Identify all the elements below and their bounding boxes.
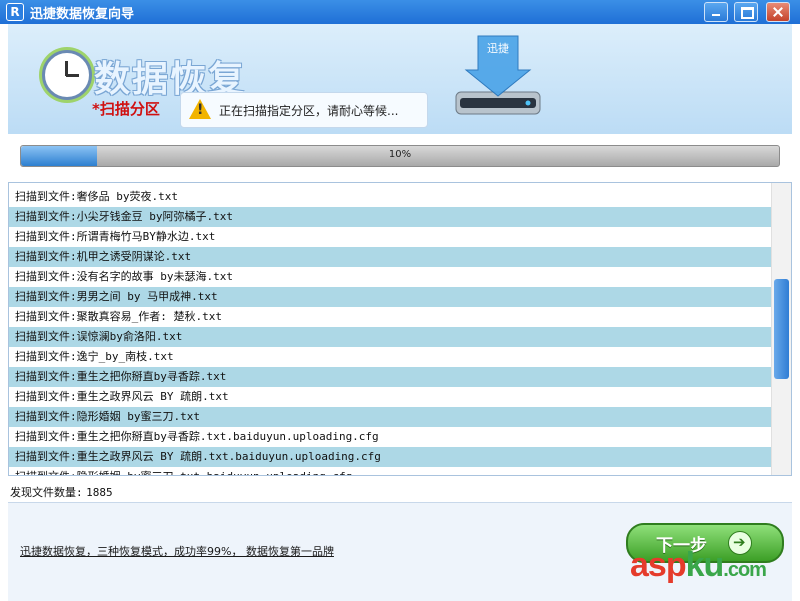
title-bar: R 迅捷数据恢复向导 (0, 0, 800, 24)
log-row: 扫描到文件:奢侈品 by荧夜.txt (15, 190, 178, 203)
log-row: 扫描到文件:所谓青梅竹马BY静水边.txt (15, 230, 216, 243)
log-row: 扫描到文件:机甲之诱受阴谋论.txt (9, 247, 771, 267)
close-button[interactable] (766, 2, 790, 22)
drive-label: 迅捷 (487, 41, 509, 55)
status-text: 正在扫描指定分区，请耐心等候... (219, 104, 399, 118)
log-row: 扫描到文件:重生之把你掰直by寻香踪.txt (9, 367, 771, 387)
window-title: 迅捷数据恢复向导 (30, 7, 135, 22)
site-watermark: aspku.com (630, 546, 767, 585)
watermark-com: .com (723, 559, 767, 581)
log-row: 扫描到文件:隐形婚姻 by蜜三刀.txt (9, 407, 771, 427)
wizard-header: 数据恢复 *扫描分区 正在扫描指定分区，请耐心等候... 迅捷 (8, 24, 792, 134)
minimize-button[interactable] (704, 2, 728, 22)
scroll-thumb[interactable] (774, 279, 789, 379)
log-row: 扫描到文件:小尖牙钱金豆 by阿弥橘子.txt (9, 207, 771, 227)
found-count: 发现文件数量: 1885 (10, 484, 113, 500)
log-row: 扫描到文件:聚散真容易_作者: 楚秋.txt (15, 310, 222, 323)
log-row: 扫描到文件:重生之政界风云 BY 疏朗.txt.baiduyun.uploadi… (9, 447, 771, 467)
status-bubble: 正在扫描指定分区，请耐心等候... (180, 92, 428, 128)
scan-log-list[interactable]: 扫描到文件:奢侈品 by荧夜.txt 扫描到文件:小尖牙钱金豆 by阿弥橘子.tx… (8, 182, 792, 476)
progress-percent: 10% (388, 149, 412, 160)
warning-icon (189, 99, 211, 119)
product-slogan-link[interactable]: 迅捷数据恢复，三种恢复模式，成功率99%， 数据恢复第一品牌 (20, 543, 334, 559)
clock-restore-icon (42, 50, 92, 100)
found-count-value: 1885 (86, 486, 113, 499)
watermark-ku: ku (685, 546, 725, 584)
app-logo-icon: R (6, 3, 24, 21)
hard-drive-icon: 迅捷 (455, 35, 541, 115)
found-count-label: 发现文件数量: (10, 486, 83, 499)
log-row: 扫描到文件:逸宁_by_南枝.txt (15, 350, 174, 363)
log-row: 扫描到文件:没有名字的故事 by未瑟海.txt (15, 270, 233, 283)
log-row: 扫描到文件:隐形婚姻 by蜜三刀.txt.baiduyun.uploading.… (9, 467, 771, 475)
progress-panel: 10% (8, 134, 792, 178)
log-row: 扫描到文件:男男之间 by 马甲成神.txt (9, 287, 771, 307)
maximize-button[interactable] (734, 2, 758, 22)
log-scrollbar[interactable] (771, 183, 791, 475)
scan-progress-bar: 10% (20, 145, 780, 167)
log-row: 扫描到文件:重生之政界风云 BY 疏朗.txt (15, 390, 229, 403)
log-row: 扫描到文件:误惊澜by俞洛阳.txt (9, 327, 771, 347)
step-label: *扫描分区 (92, 100, 160, 118)
log-row: 扫描到文件:重生之把你掰直by寻香踪.txt.baiduyun.uploadin… (15, 430, 379, 443)
watermark-asp: asp (630, 546, 687, 584)
